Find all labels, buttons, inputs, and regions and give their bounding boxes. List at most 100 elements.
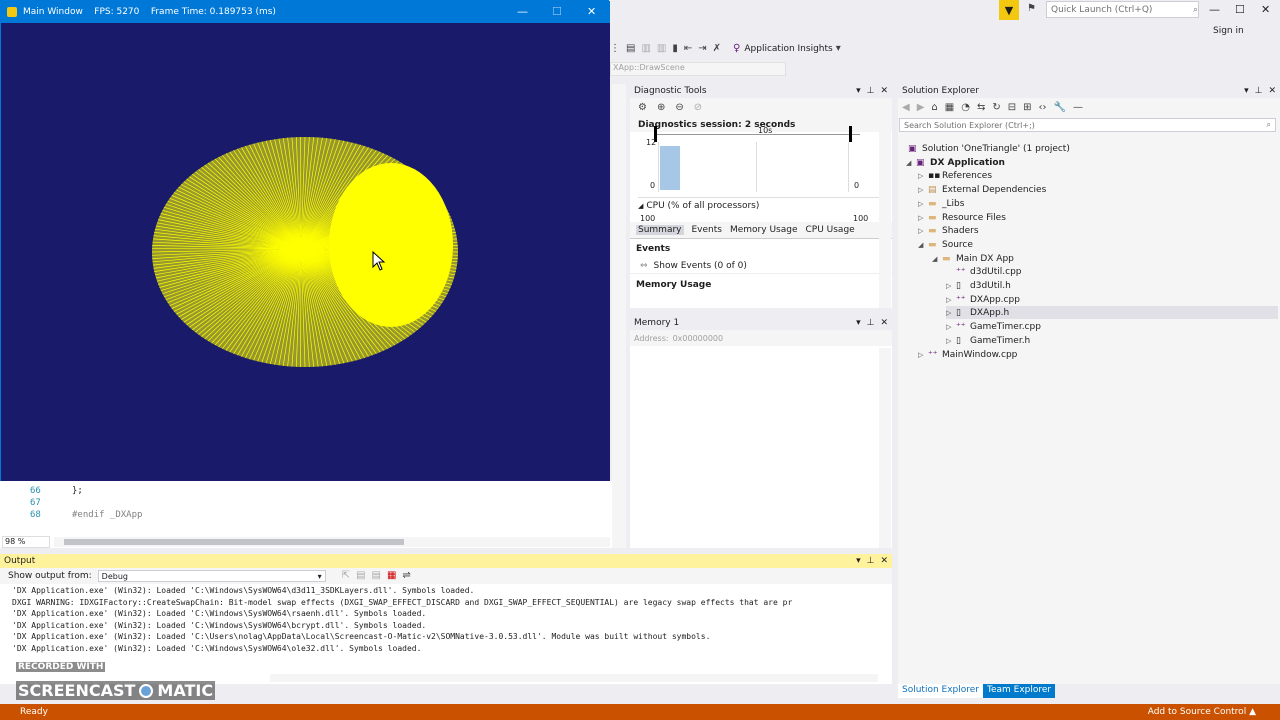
tab-cpu-usage[interactable]: CPU Usage <box>806 225 855 235</box>
cpu-axis-left: 100 <box>640 214 656 222</box>
sync-icon[interactable]: ⇆ <box>977 103 985 113</box>
zoom-in-icon[interactable]: ⊕ <box>657 103 665 113</box>
properties-icon[interactable]: 🔧 <box>1054 103 1066 113</box>
preview-icon[interactable]: — <box>1073 103 1083 113</box>
view-code-icon[interactable]: ‹› <box>1039 103 1047 113</box>
tree-project[interactable]: ◢ ▣ DX Application <box>906 156 1005 169</box>
tree-solution[interactable]: ▣ Solution 'OneTriangle' (1 project) <box>908 142 1070 155</box>
timeline-graph[interactable]: 10s 12 0 0 <box>638 126 880 198</box>
bookmark-icon[interactable]: ▮ <box>672 44 678 54</box>
dx-close-button[interactable]: ✕ <box>587 5 596 18</box>
tree-gametimer-cpp[interactable]: ▷ ⁺⁺ GameTimer.cpp <box>946 320 1041 333</box>
panel-title: Memory 1 <box>634 318 680 328</box>
word-wrap-icon[interactable]: ⇌ <box>402 571 410 581</box>
dx-minimize-button[interactable]: — <box>517 5 528 18</box>
clear-all-icon[interactable]: ▦ <box>387 571 396 581</box>
tree-libs[interactable]: ▷ ▬ _Libs <box>918 197 964 210</box>
toolbar-icon[interactable]: ⋮ <box>610 44 620 54</box>
close-icon[interactable]: ✕ <box>880 86 888 96</box>
cpp-file-icon: ⁺⁺ <box>956 321 966 332</box>
dropdown-icon[interactable]: ▾ <box>856 86 861 96</box>
sign-in-link[interactable]: Sign in <box>1213 26 1244 36</box>
zoom-level-combo[interactable]: 98 % <box>2 536 50 548</box>
editor-vertical-scrollbar[interactable] <box>612 84 626 548</box>
navigation-combo[interactable]: XApp::DrawScene <box>610 62 786 76</box>
toolbar-icon[interactable]: ▤ <box>626 44 635 54</box>
add-to-source-control[interactable]: Add to Source Control ▲ <box>1148 707 1280 717</box>
close-button[interactable]: ✕ <box>1261 3 1270 16</box>
feedback-filter-button[interactable]: ▼ <box>999 0 1019 20</box>
forward-icon[interactable]: ▶ <box>917 103 925 113</box>
close-icon[interactable]: ✕ <box>880 556 888 566</box>
pin-icon[interactable]: ⊥ <box>867 86 875 96</box>
minimize-button[interactable]: — <box>1209 3 1220 16</box>
tree-gametimer-h[interactable]: ▷ ▯ GameTimer.h <box>946 334 1030 347</box>
code-line[interactable]: #endif _DXApp <box>72 510 142 520</box>
tab-solution-explorer[interactable]: Solution Explorer <box>898 684 983 698</box>
code-line[interactable]: }; <box>72 486 83 496</box>
scrollbar-thumb[interactable] <box>64 539 404 545</box>
close-icon[interactable]: ✕ <box>1268 86 1276 96</box>
dropdown-icon[interactable]: ▾ <box>1244 86 1249 96</box>
render-canvas[interactable] <box>1 23 610 482</box>
home-icon[interactable]: ⌂ <box>931 103 937 113</box>
dropdown-icon[interactable]: ▾ <box>856 556 861 566</box>
prev-message-icon[interactable]: ▤ <box>356 571 365 581</box>
tree-source[interactable]: ◢ ▬ Source <box>918 238 973 251</box>
collapse-all-icon[interactable]: ⊟ <box>1008 103 1016 113</box>
memory-scrollbar[interactable] <box>879 348 891 548</box>
notification-icon[interactable]: ⚑ <box>1027 4 1036 14</box>
switch-views-icon[interactable]: ▦ <box>945 103 954 113</box>
tree-dxapp-h[interactable]: ▷ ▯ DXApp.h <box>946 306 1278 319</box>
tree-d3dutil-cpp[interactable]: ⁺⁺ d3dUtil.cpp <box>956 265 1022 278</box>
tree-shaders[interactable]: ▷ ▬ Shaders <box>918 224 979 237</box>
solution-search-input[interactable]: Search Solution Explorer (Ctrl+;) ⌕ <box>899 118 1276 132</box>
cpu-section-header[interactable]: ◢ CPU (% of all processors) <box>630 198 892 214</box>
pin-icon[interactable]: ⊥ <box>867 556 875 566</box>
show-events-link[interactable]: ⇔ Show Events (0 of 0) <box>630 259 892 273</box>
collapsed-arrow-icon: ▷ <box>918 185 924 194</box>
bookmark-prev-icon[interactable]: ⇤ <box>684 44 692 54</box>
dropdown-icon[interactable]: ▾ <box>856 318 861 328</box>
maximize-button[interactable]: ☐ <box>1235 3 1245 16</box>
pin-icon[interactable]: ⊥ <box>867 318 875 328</box>
tree-resource-files[interactable]: ▷ ▬ Resource Files <box>918 211 1006 224</box>
tab-team-explorer[interactable]: Team Explorer <box>983 684 1056 698</box>
tree-d3dutil-h[interactable]: ▷ ▯ d3dUtil.h <box>946 279 1011 292</box>
back-icon[interactable]: ◀ <box>902 103 910 113</box>
settings-icon[interactable]: ⚙ <box>638 103 647 113</box>
output-source-combo[interactable]: Debug ▾ <box>97 570 326 582</box>
dx-maximize-button[interactable]: ☐ <box>552 5 562 18</box>
next-message-icon[interactable]: ▤ <box>372 571 381 581</box>
toolbar-icon[interactable]: ▥ <box>641 44 650 54</box>
tab-summary[interactable]: Summary <box>636 225 684 235</box>
application-insights-button[interactable]: Application Insights <box>744 44 832 54</box>
find-message-icon[interactable]: ⇱ <box>342 571 350 581</box>
address-input[interactable]: 0x00000000 <box>673 334 873 343</box>
tab-memory-usage[interactable]: Memory Usage <box>730 225 798 235</box>
tree-external-deps[interactable]: ▷ ▤ External Dependencies <box>918 183 1046 196</box>
tree-mainwindow-cpp[interactable]: ▷ ⁺⁺ MainWindow.cpp <box>918 348 1017 361</box>
tab-events[interactable]: Events <box>692 225 722 235</box>
tree-references[interactable]: ▷ ▪▪ References <box>918 169 992 182</box>
pin-icon[interactable]: ⊥ <box>1255 86 1263 96</box>
diagnostic-scrollbar[interactable] <box>879 112 891 308</box>
reset-zoom-icon[interactable]: ⊘ <box>694 103 702 113</box>
tree-label: Resource Files <box>942 212 1006 223</box>
close-icon[interactable]: ✕ <box>880 318 888 328</box>
tree-label: External Dependencies <box>942 184 1047 195</box>
tree-dxapp-cpp[interactable]: ▷ ⁺⁺ DXApp.cpp <box>946 293 1020 306</box>
timeline-handle-right[interactable] <box>849 126 852 142</box>
toolbar-icon[interactable]: ▥ <box>657 44 666 54</box>
zoom-out-icon[interactable]: ⊖ <box>675 103 683 113</box>
editor-horizontal-scrollbar[interactable] <box>54 537 610 547</box>
output-text[interactable]: 'DX Application.exe' (Win32): Loaded 'C:… <box>0 584 878 656</box>
show-all-files-icon[interactable]: ⊞ <box>1023 103 1031 113</box>
quick-launch-input[interactable]: Quick Launch (Ctrl+Q) ⌕ <box>1046 1 1199 18</box>
output-horizontal-scrollbar[interactable] <box>270 674 878 682</box>
bookmark-clear-icon[interactable]: ✗ <box>713 44 721 54</box>
tree-main-dx-app[interactable]: ◢ ▬ Main DX App <box>932 252 1014 265</box>
bookmark-next-icon[interactable]: ⇥ <box>698 44 706 54</box>
pending-changes-icon[interactable]: ◔ <box>961 103 970 113</box>
refresh-icon[interactable]: ↻ <box>992 103 1000 113</box>
